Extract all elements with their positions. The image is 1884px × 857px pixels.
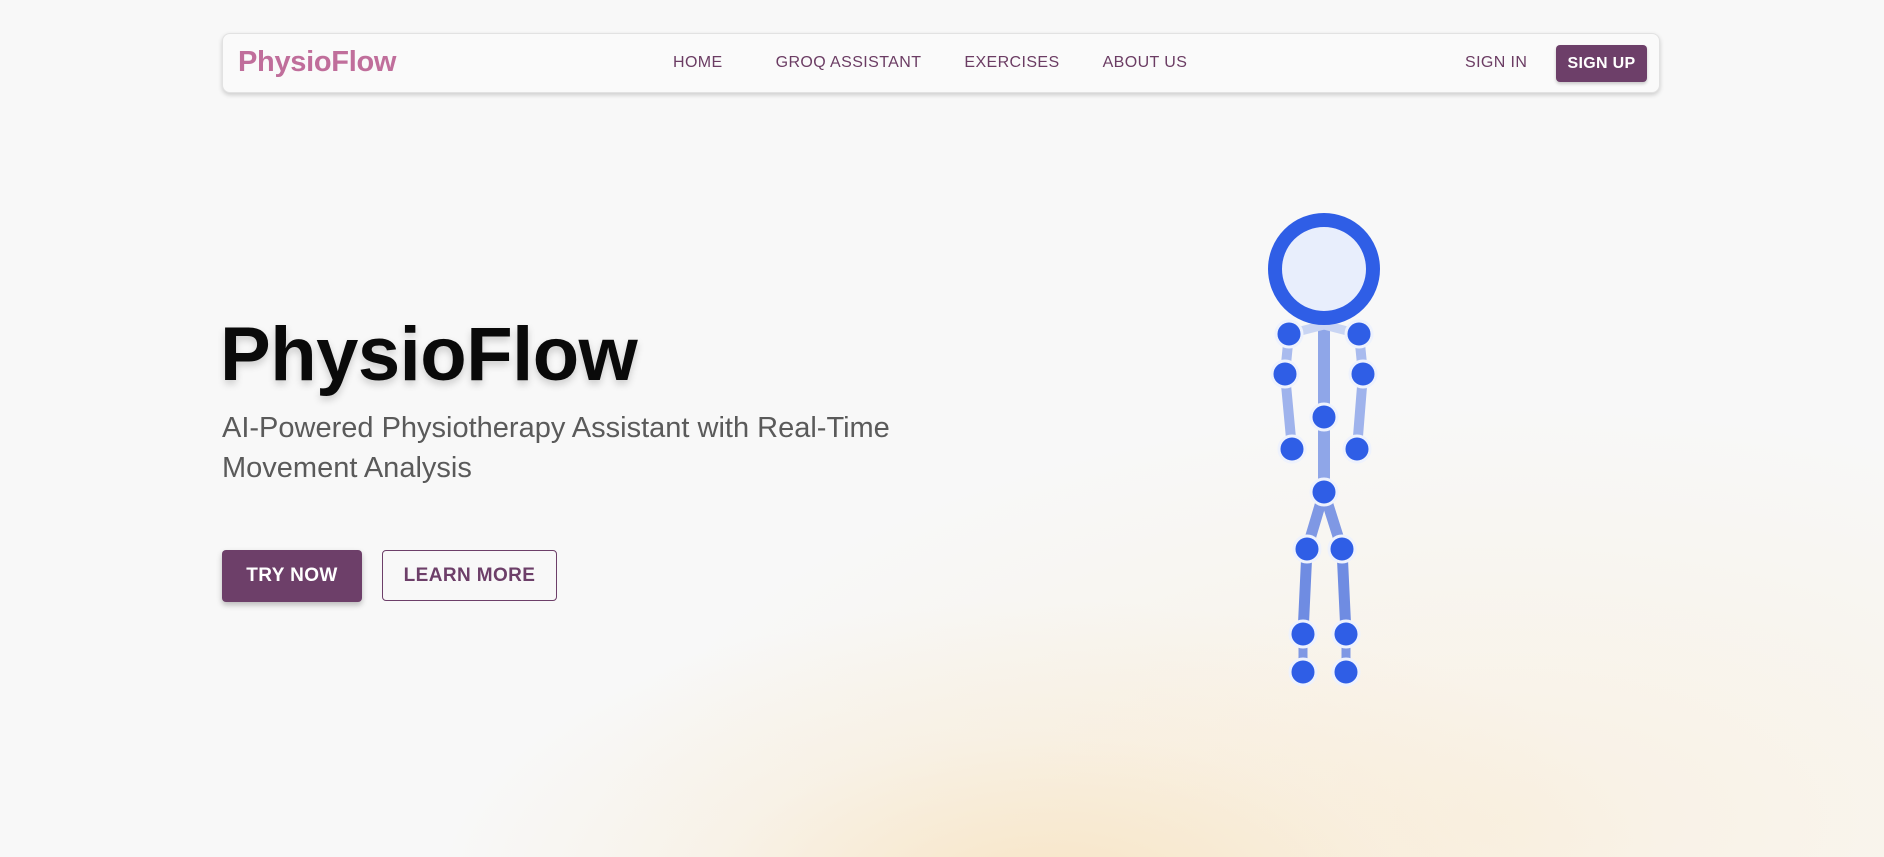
joint-right-shoulder bbox=[1344, 319, 1374, 349]
joint-right-hip bbox=[1327, 534, 1357, 564]
joint-chest bbox=[1309, 402, 1339, 432]
joint-left-shoulder bbox=[1274, 319, 1304, 349]
joint-right-elbow bbox=[1348, 359, 1378, 389]
joint-left-wrist bbox=[1277, 434, 1307, 464]
joint-left-knee bbox=[1288, 619, 1318, 649]
joint-left-hip bbox=[1292, 534, 1322, 564]
joint-right-wrist bbox=[1342, 434, 1372, 464]
skeleton-head bbox=[1268, 213, 1380, 325]
joint-right-knee bbox=[1331, 619, 1361, 649]
joint-right-ankle bbox=[1331, 657, 1361, 687]
joint-left-ankle bbox=[1288, 657, 1318, 687]
joint-pelvis bbox=[1309, 477, 1339, 507]
joint-left-elbow bbox=[1270, 359, 1300, 389]
skeleton-figure-illustration bbox=[1268, 213, 1380, 687]
